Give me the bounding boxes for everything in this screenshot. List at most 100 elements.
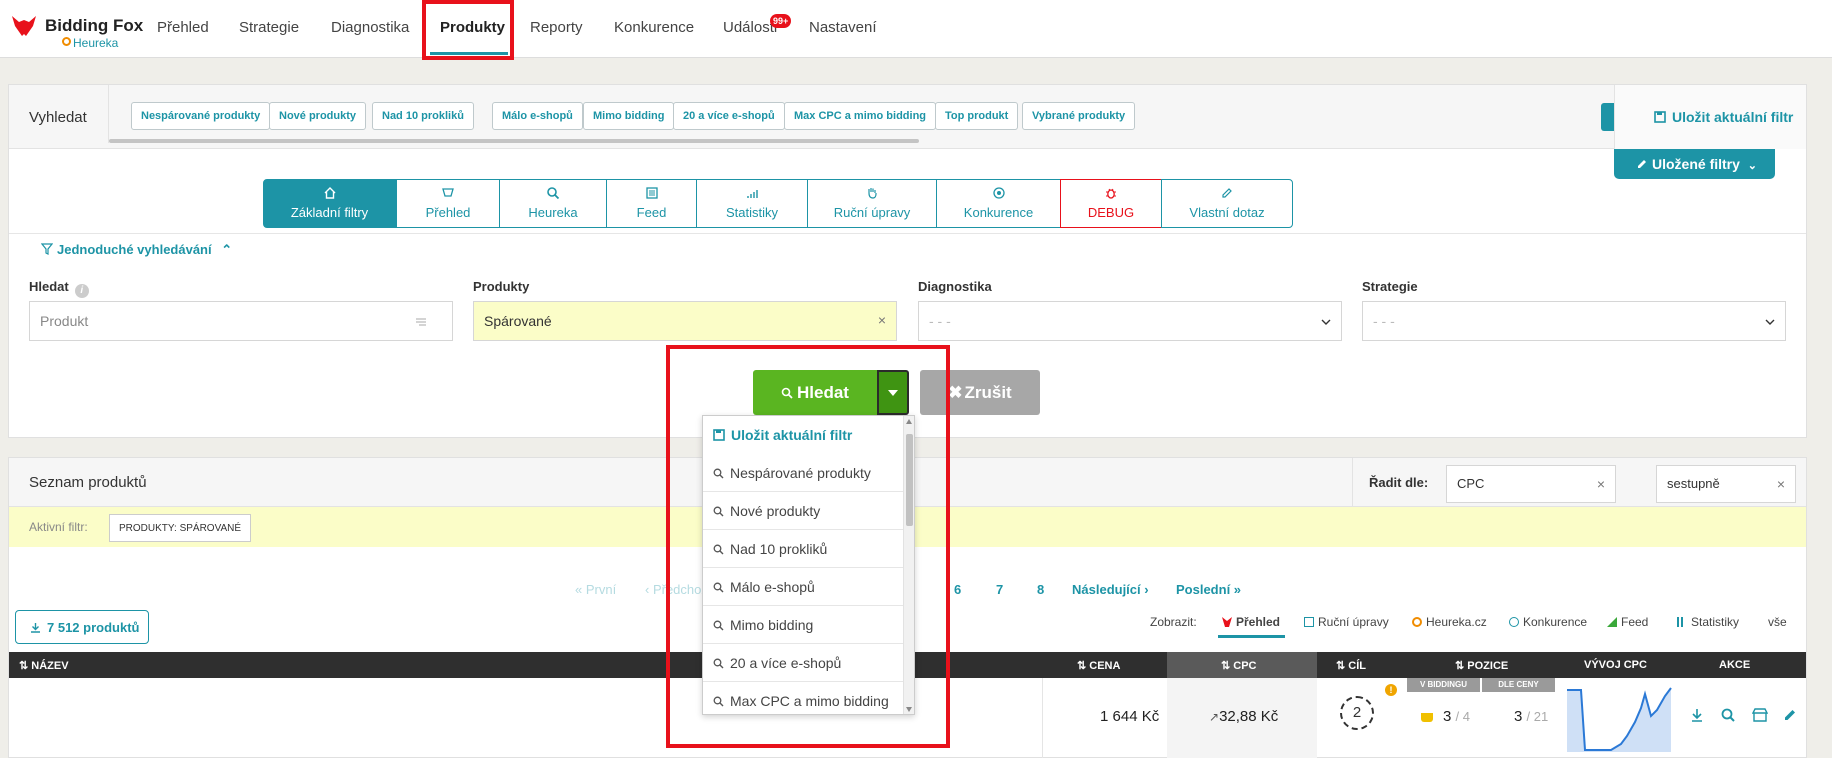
download-icon[interactable] <box>1690 708 1704 722</box>
show-prehled[interactable]: Přehled <box>1222 615 1280 629</box>
chip-nove[interactable]: Nové produkty <box>269 102 367 130</box>
chip-20-vice[interactable]: 20 a více e-shopů <box>673 102 785 130</box>
diagnostika-select[interactable]: - - - <box>918 301 1342 341</box>
saved-filters-button[interactable]: Uložené filtry ⌄ <box>1614 149 1775 179</box>
strategie-select[interactable]: - - - <box>1362 301 1786 341</box>
show-statistiky[interactable]: Statistiky <box>1677 615 1739 629</box>
tab-prehled[interactable]: Přehled <box>396 179 500 228</box>
active-filter-tag[interactable]: PRODUKTY: SPÁROVANÉ <box>109 514 252 542</box>
col-position[interactable]: ⇅ POZICE <box>1455 659 1508 672</box>
pagination-page[interactable]: 7 <box>996 582 1003 597</box>
scroll-down-icon[interactable] <box>906 707 912 712</box>
nav-diagnostika[interactable]: Diagnostika <box>331 19 409 36</box>
chip-top-produkt[interactable]: Top produkt <box>935 102 1019 130</box>
chevron-up-icon: ⌃ <box>221 242 233 257</box>
search-dropdown-menu: Uložit aktuální filtr Nespárované produk… <box>702 415 915 715</box>
cpc-trend-sparkline[interactable] <box>1565 686 1675 752</box>
tab-statistiky[interactable]: Statistiky <box>696 179 808 228</box>
chip-nad-10[interactable]: Nad 10 prokliků <box>372 102 474 130</box>
pencil-icon[interactable] <box>1783 708 1797 722</box>
tab-konkurence[interactable]: Konkurence <box>936 179 1061 228</box>
chip-vybrane[interactable]: Vybrané produkty <box>1022 102 1136 130</box>
tab-rucni-upravy[interactable]: Ruční úpravy <box>807 179 937 228</box>
tab-vlastni-dotaz[interactable]: Vlastní dotaz <box>1161 179 1293 228</box>
tab-heureka[interactable]: Heureka <box>499 179 607 228</box>
product-count-button[interactable]: 7 512 produktů <box>15 610 149 644</box>
shop-icon[interactable] <box>1752 708 1768 722</box>
col-actions: AKCE <box>1719 659 1751 671</box>
heureka-icon <box>547 187 560 200</box>
logo[interactable]: Bidding Fox Heureka <box>10 14 143 50</box>
col-goal[interactable]: ⇅ CÍL <box>1336 659 1366 672</box>
chip-malo-eshopu[interactable]: Málo e-shopů <box>492 102 583 130</box>
dropdown-item[interactable]: 20 a více e-shopů <box>703 644 903 682</box>
show-vse[interactable]: vše <box>1768 615 1787 629</box>
search-icon <box>713 468 724 479</box>
nav-strategie[interactable]: Strategie <box>239 19 299 36</box>
info-icon[interactable]: i <box>74 284 89 298</box>
pagination-next[interactable]: Následující › <box>1072 582 1149 597</box>
sort-field-select[interactable]: CPC × <box>1446 465 1616 503</box>
basket-icon <box>1421 713 1433 722</box>
pencil-icon <box>1638 160 1646 168</box>
scroll-up-icon[interactable] <box>906 419 912 424</box>
hidden-button-edge <box>1601 103 1615 131</box>
search-label: Vyhledat <box>29 109 87 126</box>
pagination-last[interactable]: Poslední » <box>1176 582 1241 597</box>
show-konkurence[interactable]: Konkurence <box>1509 615 1587 629</box>
col-cpc[interactable]: ⇅ CPC <box>1221 659 1257 672</box>
tab-feed[interactable]: Feed <box>606 179 697 228</box>
chevron-down-icon <box>1765 319 1775 325</box>
home-icon <box>324 187 335 199</box>
dropdown-item[interactable]: Nespárované produkty <box>703 454 903 492</box>
dropdown-item[interactable]: Nad 10 prokliků <box>703 530 903 568</box>
show-feed[interactable]: Feed <box>1607 615 1648 629</box>
show-heureka[interactable]: Heureka.cz <box>1412 615 1487 629</box>
dropdown-scroll-thumb[interactable] <box>906 434 913 526</box>
show-rucni-upravy[interactable]: Ruční úpravy <box>1304 615 1389 629</box>
tab-zakladni-filtry[interactable]: Základní filtry <box>263 179 396 228</box>
dropdown-item[interactable]: Max CPC a mimo bidding <box>703 682 903 714</box>
panel-divider <box>9 233 1806 234</box>
show-active-indicator <box>1218 635 1285 638</box>
dropdown-save-filter[interactable]: Uložit aktuální filtr <box>703 416 903 454</box>
chip-nesparovane[interactable]: Nespárované produkty <box>131 102 271 130</box>
dropdown-item[interactable]: Nové produkty <box>703 492 903 530</box>
heureka-search-icon[interactable] <box>1721 708 1735 722</box>
nav-konkurence[interactable]: Konkurence <box>614 19 694 36</box>
row-cpc: ↗32,88 Kč <box>1209 708 1279 725</box>
competition-icon <box>992 187 1005 199</box>
sort-label: Řadit dle: <box>1369 475 1429 490</box>
warning-icon[interactable]: ! <box>1385 684 1397 696</box>
pagination-page[interactable]: 6 <box>954 582 961 597</box>
col-cpc-trend: VÝVOJ CPC <box>1584 659 1647 671</box>
show-label: Zobrazit: <box>1150 615 1197 629</box>
field-label-diagnostika: Diagnostika <box>918 279 992 294</box>
quick-filter-chips: Nespárované produkty Nové produkty Nad 1… <box>108 85 1138 143</box>
sort-direction-select[interactable]: sestupně × <box>1656 465 1796 503</box>
nav-reporty[interactable]: Reporty <box>530 19 583 36</box>
tab-debug[interactable]: DEBUG <box>1060 179 1162 228</box>
dropdown-item[interactable]: Málo e-shopů <box>703 568 903 606</box>
chip-max-cpc[interactable]: Max CPC a mimo bidding <box>784 102 937 130</box>
chip-scrollbar[interactable] <box>109 139 919 143</box>
goal-circle[interactable]: 2 <box>1340 696 1374 730</box>
pagination-first[interactable]: « První <box>575 582 616 597</box>
col-name[interactable]: ⇅ NÁZEV <box>19 659 69 672</box>
clear-icon[interactable]: × <box>1597 476 1605 492</box>
row-separator <box>1042 678 1043 758</box>
nav-nastaveni[interactable]: Nastavení <box>809 19 877 36</box>
nav-prehled[interactable]: Přehled <box>157 19 209 36</box>
produkty-select[interactable]: Spárované × <box>473 301 897 341</box>
save-filter-button[interactable]: Uložit aktuální filtr <box>1654 109 1793 125</box>
col-price[interactable]: ⇅ CENA <box>1077 659 1120 672</box>
clear-icon[interactable]: × <box>878 312 886 328</box>
sort-icon: ⇅ <box>1077 660 1090 672</box>
pagination-page[interactable]: 8 <box>1037 582 1044 597</box>
search-input[interactable]: Produkt <box>29 301 453 341</box>
chip-mimo-bidding[interactable]: Mimo bidding <box>583 102 675 130</box>
clear-icon[interactable]: × <box>1777 476 1785 492</box>
row-pos-bidding: 3 / 4 <box>1421 708 1470 725</box>
dropdown-item[interactable]: Mimo bidding <box>703 606 903 644</box>
simple-search-toggle[interactable]: Jednoduché vyhledávání ⌃ <box>41 242 232 258</box>
